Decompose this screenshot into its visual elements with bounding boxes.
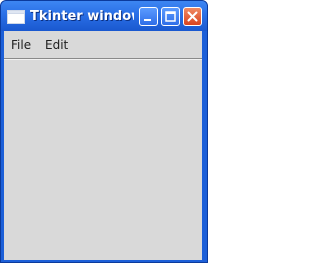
maximize-button[interactable]: [161, 7, 180, 26]
title-bar[interactable]: Tkinter window: [1, 1, 207, 31]
close-button[interactable]: [183, 7, 202, 26]
menu-bar: File Edit: [4, 31, 202, 59]
minimize-icon: [144, 19, 151, 21]
menu-file[interactable]: File: [11, 37, 31, 53]
window-client-area: File Edit: [4, 31, 202, 260]
maximize-icon: [165, 11, 176, 22]
tkinter-window: Tkinter window File Edit: [0, 0, 208, 263]
minimize-button[interactable]: [139, 7, 158, 26]
app-window-icon: [7, 9, 25, 24]
menu-edit[interactable]: Edit: [45, 37, 68, 53]
window-title: Tkinter window: [30, 9, 134, 24]
close-icon: [187, 11, 198, 22]
